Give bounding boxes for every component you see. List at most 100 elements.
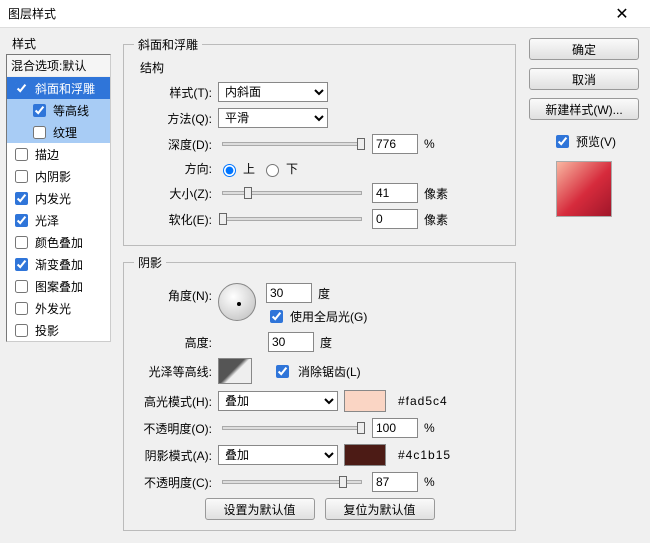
highlight-opacity-unit: % bbox=[424, 421, 464, 435]
style-contour[interactable]: 等高线 bbox=[7, 99, 110, 121]
direction-down-radio[interactable] bbox=[266, 164, 279, 177]
shadow-mode-select[interactable]: 叠加 bbox=[218, 445, 338, 465]
shadow-color-swatch[interactable] bbox=[344, 444, 386, 466]
depth-input[interactable] bbox=[372, 134, 418, 154]
global-light-checkbox[interactable] bbox=[270, 310, 283, 323]
global-light-label: 使用全局光(G) bbox=[290, 308, 367, 325]
right-column: 确定 取消 新建样式(W)... 预览(V) bbox=[524, 32, 644, 539]
style-outer-glow[interactable]: 外发光 bbox=[7, 297, 110, 319]
shadow-mode-label: 阴影模式(A): bbox=[134, 447, 212, 464]
style-inner-glow[interactable]: 内发光 bbox=[7, 187, 110, 209]
shadow-opacity-slider[interactable] bbox=[222, 480, 362, 484]
angle-input[interactable] bbox=[266, 283, 312, 303]
pattern-overlay-label: 图案叠加 bbox=[35, 278, 83, 295]
gloss-contour-swatch[interactable] bbox=[218, 358, 252, 384]
titlebar: 图层样式 ✕ bbox=[0, 0, 650, 28]
style-gradient-overlay[interactable]: 渐变叠加 bbox=[7, 253, 110, 275]
direction-up-label: 上 bbox=[243, 160, 255, 177]
shadow-opacity-unit: % bbox=[424, 475, 464, 489]
soften-input[interactable] bbox=[372, 209, 418, 229]
options-panel: 斜面和浮雕 结构 样式(T): 内斜面 方法(Q): 平滑 深度(D): % 方… bbox=[111, 32, 524, 539]
close-icon[interactable]: ✕ bbox=[602, 4, 642, 24]
inner-glow-checkbox[interactable] bbox=[15, 192, 28, 205]
size-input[interactable] bbox=[372, 183, 418, 203]
window-title: 图层样式 bbox=[8, 5, 602, 22]
contour-checkbox[interactable] bbox=[33, 104, 46, 117]
highlight-hex: #fad5c4 bbox=[398, 394, 448, 408]
color-overlay-checkbox[interactable] bbox=[15, 236, 28, 249]
drop-shadow-label: 投影 bbox=[35, 322, 59, 339]
gradient-overlay-checkbox[interactable] bbox=[15, 258, 28, 271]
highlight-color-swatch[interactable] bbox=[344, 390, 386, 412]
style-pattern-overlay[interactable]: 图案叠加 bbox=[7, 275, 110, 297]
altitude-unit: 度 bbox=[320, 334, 332, 351]
texture-checkbox[interactable] bbox=[33, 126, 46, 139]
gloss-contour-label: 光泽等高线: bbox=[134, 363, 212, 380]
styles-header: 样式 bbox=[6, 32, 111, 54]
highlight-opacity-slider[interactable] bbox=[222, 426, 362, 430]
depth-unit: % bbox=[424, 137, 464, 151]
angle-unit: 度 bbox=[318, 285, 330, 302]
outer-glow-checkbox[interactable] bbox=[15, 302, 28, 315]
direction-label: 方向: bbox=[134, 160, 212, 177]
style-satin[interactable]: 光泽 bbox=[7, 209, 110, 231]
gradient-overlay-label: 渐变叠加 bbox=[35, 256, 83, 273]
satin-checkbox[interactable] bbox=[15, 214, 28, 227]
drop-shadow-checkbox[interactable] bbox=[15, 324, 28, 337]
style-select[interactable]: 内斜面 bbox=[218, 82, 328, 102]
technique-label: 方法(Q): bbox=[134, 110, 212, 127]
style-inner-shadow[interactable]: 内阴影 bbox=[7, 165, 110, 187]
shading-legend: 阴影 bbox=[134, 254, 166, 271]
antialias-label: 消除锯齿(L) bbox=[298, 363, 361, 380]
satin-label: 光泽 bbox=[35, 212, 59, 229]
soften-label: 软化(E): bbox=[134, 211, 212, 228]
inner-glow-label: 内发光 bbox=[35, 190, 71, 207]
new-style-button[interactable]: 新建样式(W)... bbox=[529, 98, 639, 120]
styles-list: 混合选项:默认 斜面和浮雕 等高线 纹理 描边 内阴影 bbox=[6, 54, 111, 342]
style-stroke[interactable]: 描边 bbox=[7, 143, 110, 165]
highlight-opacity-label: 不透明度(O): bbox=[134, 420, 212, 437]
shadow-opacity-input[interactable] bbox=[372, 472, 418, 492]
blending-options-row[interactable]: 混合选项:默认 bbox=[7, 55, 110, 77]
angle-label: 角度(N): bbox=[134, 283, 212, 304]
contour-label: 等高线 bbox=[53, 102, 89, 119]
size-slider[interactable] bbox=[222, 191, 362, 195]
bevel-fieldset: 斜面和浮雕 结构 样式(T): 内斜面 方法(Q): 平滑 深度(D): % 方… bbox=[123, 36, 516, 246]
altitude-label: 高度: bbox=[134, 334, 212, 351]
direction-up-radio[interactable] bbox=[223, 164, 236, 177]
shadow-opacity-label: 不透明度(C): bbox=[134, 474, 212, 491]
make-default-button[interactable]: 设置为默认值 bbox=[205, 498, 315, 520]
bevel-label: 斜面和浮雕 bbox=[35, 80, 95, 97]
ok-button[interactable]: 确定 bbox=[529, 38, 639, 60]
depth-slider[interactable] bbox=[222, 142, 362, 146]
pattern-overlay-checkbox[interactable] bbox=[15, 280, 28, 293]
highlight-mode-select[interactable]: 叠加 bbox=[218, 391, 338, 411]
style-texture[interactable]: 纹理 bbox=[7, 121, 110, 143]
reset-default-button[interactable]: 复位为默认值 bbox=[325, 498, 435, 520]
bevel-checkbox[interactable] bbox=[15, 82, 28, 95]
preview-checkbox[interactable] bbox=[556, 135, 569, 148]
depth-label: 深度(D): bbox=[134, 136, 212, 153]
style-label: 样式(T): bbox=[134, 84, 212, 101]
outer-glow-label: 外发光 bbox=[35, 300, 71, 317]
stroke-checkbox[interactable] bbox=[15, 148, 28, 161]
antialias-checkbox[interactable] bbox=[276, 365, 289, 378]
stroke-label: 描边 bbox=[35, 146, 59, 163]
style-color-overlay[interactable]: 颜色叠加 bbox=[7, 231, 110, 253]
angle-sphere[interactable] bbox=[218, 283, 256, 321]
soften-unit: 像素 bbox=[424, 211, 464, 228]
style-bevel[interactable]: 斜面和浮雕 bbox=[7, 77, 110, 99]
preview-thumbnail bbox=[556, 161, 612, 217]
highlight-mode-label: 高光模式(H): bbox=[134, 393, 212, 410]
soften-slider[interactable] bbox=[222, 217, 362, 221]
structure-heading: 结构 bbox=[134, 59, 505, 76]
technique-select[interactable]: 平滑 bbox=[218, 108, 328, 128]
inner-shadow-label: 内阴影 bbox=[35, 168, 71, 185]
highlight-opacity-input[interactable] bbox=[372, 418, 418, 438]
color-overlay-label: 颜色叠加 bbox=[35, 234, 83, 251]
inner-shadow-checkbox[interactable] bbox=[15, 170, 28, 183]
altitude-input[interactable] bbox=[268, 332, 314, 352]
style-drop-shadow[interactable]: 投影 bbox=[7, 319, 110, 341]
styles-panel: 样式 混合选项:默认 斜面和浮雕 等高线 纹理 描边 bbox=[6, 32, 111, 539]
cancel-button[interactable]: 取消 bbox=[529, 68, 639, 90]
